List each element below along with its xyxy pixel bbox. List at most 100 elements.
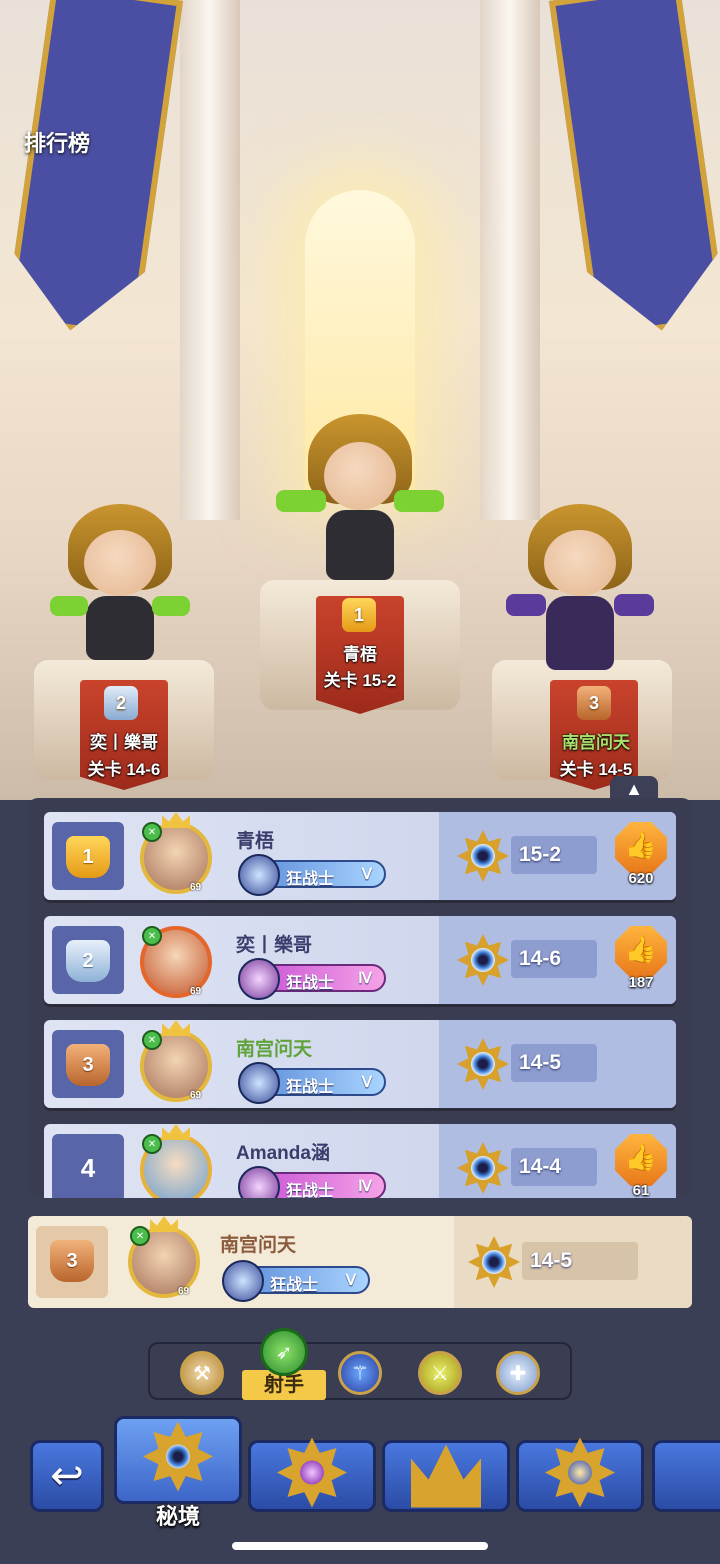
- nav-tab-star[interactable]: [516, 1437, 644, 1512]
- nav-tab-more[interactable]: [652, 1440, 720, 1512]
- rank-shield-bronze: 3: [66, 1044, 110, 1086]
- cross-icon[interactable]: ✚: [496, 1351, 540, 1395]
- avatar[interactable]: ✕: [140, 1124, 212, 1198]
- realm-star-icon: [143, 1421, 213, 1492]
- leaderboard-row-4[interactable]: 4 ✕ Amanda涵 狂战士 Ⅳ 14-4 👍 61: [44, 1124, 676, 1198]
- like-count: 187: [628, 974, 654, 991]
- thumbs-up-icon: 👍: [624, 1142, 658, 1172]
- class-pill: 狂战士 Ⅴ: [238, 854, 386, 896]
- purple-gem-emblem-icon: [277, 1437, 347, 1508]
- hero-figure-2[interactable]: [40, 500, 200, 670]
- stage-value: 14-6: [511, 940, 597, 978]
- player-name: 南宫问天: [220, 1235, 297, 1256]
- close-badge-icon: ✕: [142, 822, 162, 842]
- class-name: 狂战士: [286, 975, 335, 992]
- avatar[interactable]: ✕ 69: [140, 1020, 212, 1102]
- class-filter-bar: ⚒ 射手 ➶ ⚚ ⚔ ✚: [148, 1328, 572, 1400]
- avatar[interactable]: ✕ 69: [140, 812, 212, 894]
- class-pill: 狂战士 Ⅳ: [238, 958, 386, 1000]
- stage-cell: 14-5: [454, 1216, 692, 1308]
- home-indicator[interactable]: [232, 1542, 488, 1550]
- rank-cell: 3: [52, 1030, 124, 1098]
- like-count: 61: [632, 1182, 650, 1198]
- close-badge-icon: ✕: [130, 1226, 150, 1246]
- podium-rank-badge-2: 2: [104, 686, 138, 720]
- realm-star-icon: [457, 1038, 509, 1090]
- hero-figure-1[interactable]: [270, 410, 450, 590]
- realm-star-icon: [468, 1236, 520, 1288]
- player-name: Amanda涵: [236, 1143, 330, 1164]
- realm-star-icon: [457, 934, 509, 986]
- podium-scene: 排行榜 2 1 3 奕丨樂哥 关卡 14-6 青梧 关卡 15-2 南宫问天 关…: [0, 0, 720, 800]
- like-button[interactable]: 👍: [615, 1134, 667, 1186]
- nav-tab-crown[interactable]: [382, 1440, 510, 1512]
- my-rank-row[interactable]: 3 ✕ 69 南宫问天 狂战士 Ⅴ 14-5: [28, 1216, 692, 1308]
- crown-emblem-icon: [411, 1438, 481, 1508]
- podium-name-3: 南宫问天: [562, 733, 630, 752]
- stage-cell: 15-2 👍 620: [439, 812, 676, 900]
- class-pill: 狂战士 Ⅳ: [238, 1166, 386, 1198]
- close-badge-icon: ✕: [142, 1134, 162, 1154]
- crown-icon: [162, 1020, 190, 1036]
- wolf-emblem-icon: [238, 1166, 280, 1198]
- avatar[interactable]: ✕ 69: [128, 1216, 200, 1298]
- bottom-nav: 秘境: [0, 1410, 720, 1529]
- staff-icon[interactable]: ⚚: [338, 1351, 382, 1395]
- wolf-emblem-icon: [238, 958, 280, 1000]
- sword-icon[interactable]: ⚔: [418, 1351, 462, 1395]
- player-name: 南宫问天: [236, 1039, 313, 1060]
- crown-icon: [162, 1124, 190, 1140]
- like-button[interactable]: 👍: [615, 822, 667, 874]
- rank-shield-gold: 1: [66, 836, 110, 878]
- nav-tab-purple-gem[interactable]: [248, 1437, 376, 1512]
- player-name: 青梧: [236, 831, 275, 852]
- leaderboard-row-3[interactable]: 3 ✕ 69 南宫问天 狂战士 Ⅴ 14-5: [44, 1020, 676, 1108]
- stage-value: 14-5: [511, 1044, 597, 1082]
- rank-cell: 3: [36, 1226, 108, 1298]
- podium-rank-badge-1: 1: [342, 598, 376, 632]
- rank-cell: 1: [52, 822, 124, 890]
- avatar-level: 69: [190, 1090, 202, 1101]
- star-emblem-icon: [545, 1437, 615, 1508]
- nav-tab-secret-realm[interactable]: 秘境: [114, 1416, 242, 1529]
- crown-icon: [150, 1216, 178, 1232]
- class-tier: Ⅳ: [358, 1178, 372, 1195]
- leaderboard-row-1[interactable]: 1 ✕ 69 青梧 狂战士 Ⅴ 15-2 👍 620: [44, 812, 676, 900]
- class-tier: Ⅴ: [361, 1074, 372, 1091]
- realm-star-icon: [457, 1142, 509, 1194]
- leaderboard-row-2[interactable]: 2 ✕ 69 奕丨樂哥 狂战士 Ⅳ 14-6 👍 187: [44, 916, 676, 1004]
- wolf-emblem-icon: [222, 1260, 264, 1302]
- class-pill: 狂战士 Ⅴ: [238, 1062, 386, 1104]
- axe-icon[interactable]: ⚒: [180, 1351, 224, 1395]
- podium-rank-badge-3: 3: [577, 686, 611, 720]
- class-tier: Ⅴ: [345, 1272, 356, 1289]
- like-count: 620: [628, 870, 654, 887]
- banner-left: [5, 0, 183, 340]
- stage-value: 14-4: [511, 1148, 597, 1186]
- stage-value: 14-5: [522, 1242, 638, 1280]
- close-badge-icon: ✕: [142, 926, 162, 946]
- like-button[interactable]: 👍: [615, 926, 667, 978]
- hero-figure-3[interactable]: [500, 500, 660, 680]
- page-title: 排行榜: [24, 131, 91, 156]
- realm-star-icon: [457, 830, 509, 882]
- wolf-emblem-icon: [238, 1062, 280, 1104]
- close-badge-icon: ✕: [142, 1030, 162, 1050]
- bow-icon[interactable]: ➶: [260, 1328, 308, 1376]
- avatar[interactable]: ✕ 69: [140, 926, 212, 998]
- avatar-level: 69: [190, 986, 202, 997]
- stage-value: 15-2: [511, 836, 597, 874]
- rank-cell: 2: [52, 926, 124, 994]
- stage-cell: 14-6 👍 187: [439, 916, 676, 1004]
- class-name: 狂战士: [286, 871, 335, 888]
- avatar-level: 69: [190, 882, 202, 893]
- rank-number: 4: [80, 1152, 96, 1183]
- stage-cell: 14-4 👍 61: [439, 1124, 676, 1198]
- leaderboard-panel[interactable]: 1 ✕ 69 青梧 狂战士 Ⅴ 15-2 👍 620 2 ✕ 69 奕丨樂哥 狂…: [28, 798, 692, 1198]
- thumbs-up-icon: 👍: [624, 830, 658, 860]
- class-name: 狂战士: [270, 1277, 319, 1294]
- class-name: 狂战士: [286, 1183, 335, 1198]
- rank-shield-bronze: 3: [50, 1240, 94, 1282]
- class-name: 狂战士: [286, 1079, 335, 1096]
- column-left: [180, 0, 240, 520]
